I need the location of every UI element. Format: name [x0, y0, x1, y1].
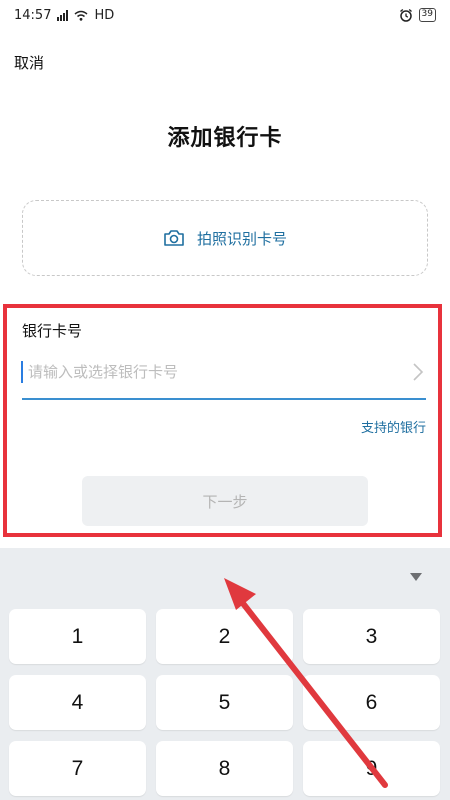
status-bar: 14:57 HD 39 — [0, 0, 450, 30]
camera-icon — [164, 230, 184, 246]
key-2[interactable]: 2 — [156, 609, 293, 664]
photo-scan-button[interactable]: 拍照识别卡号 — [22, 200, 428, 276]
status-time: 14:57 — [14, 7, 52, 23]
card-number-input[interactable] — [22, 356, 404, 388]
key-7[interactable]: 7 — [9, 741, 146, 796]
photo-scan-label: 拍照识别卡号 — [196, 229, 287, 248]
key-4[interactable]: 4 — [9, 675, 146, 730]
key-9[interactable]: 9 — [303, 741, 440, 796]
key-1[interactable]: 1 — [9, 609, 146, 664]
keyboard-collapse-icon[interactable] — [408, 571, 424, 583]
status-left: 14:57 HD — [14, 8, 114, 23]
battery-indicator: 39 — [418, 8, 436, 22]
card-number-label: 银行卡号 — [22, 322, 83, 340]
status-right: 39 — [399, 8, 436, 22]
signal-icon — [57, 9, 69, 21]
key-8[interactable]: 8 — [156, 741, 293, 796]
text-cursor — [21, 361, 23, 383]
key-6[interactable]: 6 — [303, 675, 440, 730]
key-3[interactable]: 3 — [303, 609, 440, 664]
supported-banks-link[interactable]: 支持的银行 — [361, 417, 426, 436]
chevron-right-icon[interactable] — [412, 362, 424, 382]
input-underline — [22, 398, 426, 400]
alarm-icon — [399, 8, 412, 22]
network-type: HD — [94, 7, 115, 23]
wifi-icon — [74, 10, 88, 21]
page-title: 添加银行卡 — [167, 126, 283, 151]
cancel-button[interactable]: 取消 — [14, 52, 44, 73]
next-step-button[interactable]: 下一步 — [82, 476, 368, 526]
key-5[interactable]: 5 — [156, 675, 293, 730]
